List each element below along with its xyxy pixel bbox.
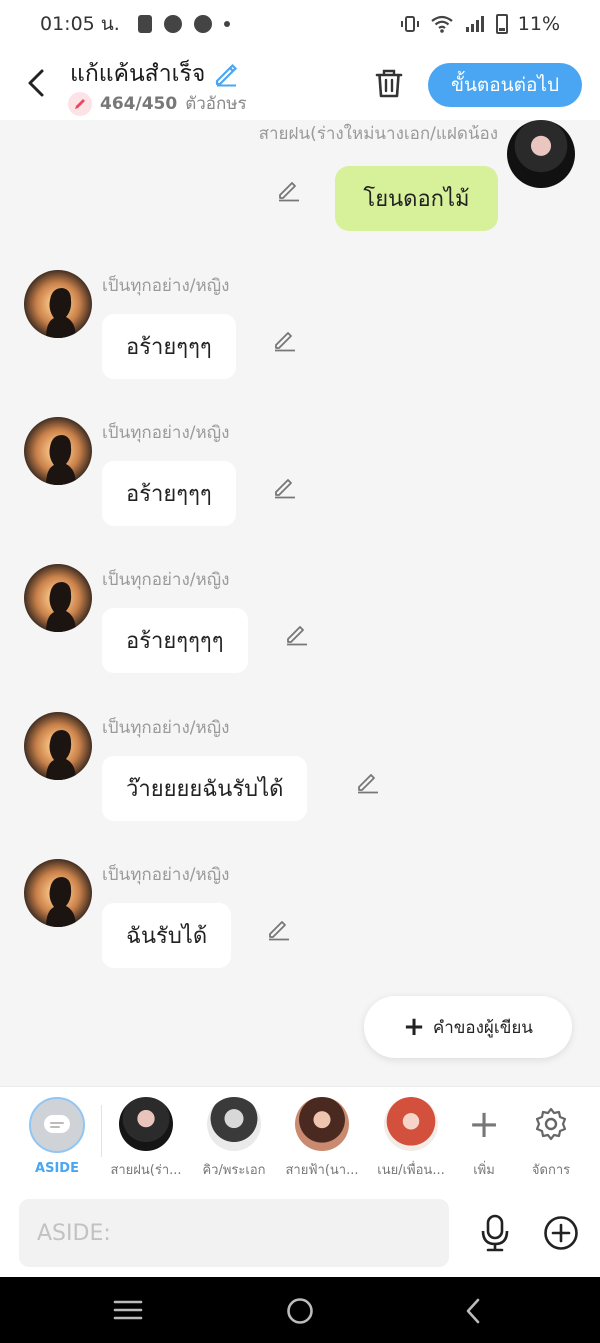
home-icon[interactable] [285, 1297, 315, 1325]
message-bubble[interactable]: ว๊ายยยยฉันรับได้ [102, 756, 308, 821]
edit-message-icon[interactable] [355, 768, 381, 794]
edit-message-icon[interactable] [276, 176, 302, 202]
sender-name: เป็นทุกอย่าง/หญิง [102, 718, 230, 738]
battery-level: 11% [517, 13, 560, 35]
pencil-badge-icon [68, 91, 92, 116]
back-arrow-icon[interactable] [22, 66, 52, 100]
sender-name: สายฝน(ร่างใหม่นางเอก/แฝดน้อง [258, 124, 498, 144]
character-avatar [207, 1097, 261, 1151]
gear-icon [511, 1097, 591, 1151]
app-header: แก้แค้นสำเร็จ 464/450 ตัวอักษร ขั้นตอนต่… [0, 48, 600, 120]
character-avatar [384, 1097, 438, 1151]
sender-name: เป็นทุกอย่าง/หญิง [102, 423, 230, 443]
add-circle-icon[interactable] [543, 1215, 579, 1251]
next-step-button[interactable]: ขั้นตอนต่อไป [428, 63, 582, 107]
avatar-silhouette[interactable] [24, 417, 92, 485]
message-left: เป็นทุกอย่าง/หญิง อร้ายๆๆๆ [0, 270, 600, 390]
edit-message-icon[interactable] [266, 915, 292, 941]
character-label: คิว/พระเอก [202, 1163, 266, 1178]
battery-icon [495, 14, 508, 34]
avatar-silhouette[interactable] [24, 712, 92, 780]
char-count-row: 464/450 ตัวอักษร [68, 90, 247, 117]
recents-icon[interactable] [112, 1297, 144, 1323]
message-left: เป็นทุกอย่าง/หญิง อร้ายๆๆๆๆ [0, 564, 600, 684]
character-bar: ASIDE สายฝน(ร่า... คิว/พระเอก สายฟ้า(นา.… [0, 1086, 600, 1188]
character-2[interactable]: คิว/พระเอก [194, 1097, 274, 1180]
edit-title-icon[interactable] [213, 61, 239, 87]
sender-name: เป็นทุกอย่าง/หญิง [102, 276, 230, 296]
message-left: เป็นทุกอย่าง/หญิง อร้ายๆๆๆ [0, 417, 600, 537]
more-notifications-icon [223, 21, 230, 27]
author-note-label: คำของผู้เขียน [432, 1017, 533, 1038]
page-title: แก้แค้นสำเร็จ [70, 56, 239, 92]
chat-bubble-icon [44, 1115, 70, 1133]
avatar-silhouette[interactable] [24, 270, 92, 338]
message-bubble[interactable]: โยนดอกไม้ [335, 166, 498, 231]
char-count: 464/450 [100, 93, 178, 114]
character-label: สายฟ้า(นา... [285, 1163, 359, 1178]
character-label: ASIDE [35, 1161, 79, 1176]
character-aside[interactable]: ASIDE [17, 1097, 97, 1176]
edit-message-icon[interactable] [284, 620, 310, 646]
edit-message-icon[interactable] [272, 473, 298, 499]
character-3[interactable]: สายฟ้า(นา... [282, 1097, 362, 1180]
aside-avatar [29, 1097, 85, 1153]
character-label: สายฝน(ร่า... [110, 1163, 182, 1178]
chat-area[interactable]: สายฝน(ร่างใหม่นางเอก/แฝดน้อง โยนดอกไม้ เ… [0, 120, 600, 1086]
message-left: เป็นทุกอย่าง/หญิง ฉันรับได้ [0, 859, 600, 979]
message-bubble[interactable]: ฉันรับได้ [102, 903, 232, 968]
character-label: เนย/เพื่อน... [377, 1163, 445, 1178]
character-avatar [119, 1097, 173, 1151]
system-nav-bar [0, 1277, 600, 1343]
author-note-button[interactable]: + คำของผู้เขียน [364, 996, 572, 1058]
vibrate-icon [400, 16, 419, 32]
message-bubble[interactable]: อร้ายๆๆๆ [102, 314, 236, 379]
avatar-saifon[interactable] [507, 120, 575, 188]
manage-characters-button[interactable]: จัดการ [511, 1097, 591, 1180]
back-icon[interactable] [462, 1297, 484, 1325]
avatar-silhouette[interactable] [24, 564, 92, 632]
avatar-silhouette[interactable] [24, 859, 92, 927]
character-4[interactable]: เนย/เพื่อน... [371, 1097, 451, 1180]
status-time: 01:05 น. [40, 13, 120, 35]
trash-icon[interactable] [372, 66, 406, 100]
message-input[interactable] [19, 1199, 449, 1267]
character-avatar [295, 1097, 349, 1151]
plus-icon: + [403, 1012, 425, 1042]
app-notification-icon [163, 15, 182, 33]
character-1[interactable]: สายฝน(ร่า... [106, 1097, 186, 1180]
input-bar [0, 1188, 600, 1277]
sim-alert-icon [137, 15, 152, 33]
wifi-icon [431, 15, 453, 33]
status-bar: 01:05 น. 11% [0, 0, 600, 48]
signal-icon [465, 16, 484, 32]
message-bubble[interactable]: อร้ายๆๆๆๆ [102, 608, 248, 673]
manage-label: จัดการ [531, 1163, 571, 1178]
story-title: แก้แค้นสำเร็จ [70, 61, 206, 87]
compass-icon [193, 15, 212, 33]
sender-name: เป็นทุกอย่าง/หญิง [102, 570, 230, 590]
microphone-icon[interactable] [478, 1214, 512, 1252]
edit-message-icon[interactable] [272, 326, 298, 352]
divider [101, 1105, 102, 1157]
char-count-unit: ตัวอักษร [185, 94, 247, 114]
message-bubble[interactable]: อร้ายๆๆๆ [102, 461, 236, 526]
message-left: เป็นทุกอย่าง/หญิง ว๊ายยยยฉันรับได้ [0, 712, 600, 832]
sender-name: เป็นทุกอย่าง/หญิง [102, 865, 230, 885]
